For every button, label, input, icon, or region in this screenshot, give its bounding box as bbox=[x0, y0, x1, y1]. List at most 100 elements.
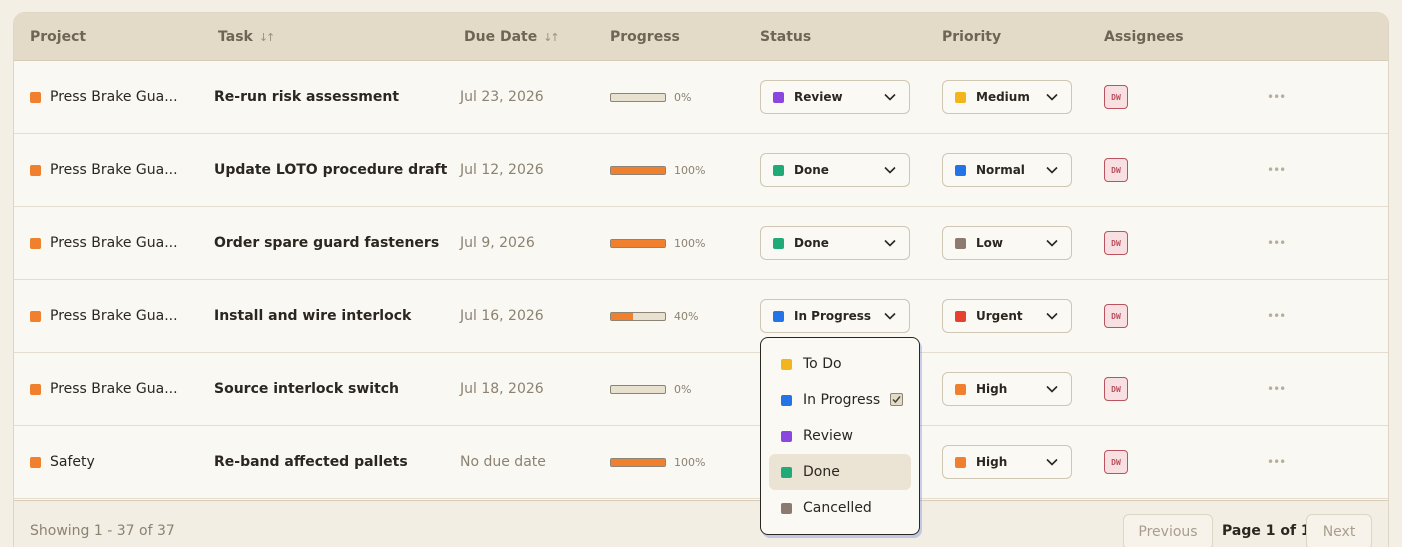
project-name[interactable]: Safety bbox=[50, 454, 95, 470]
project-name[interactable]: Press Brake Gua... bbox=[50, 381, 178, 397]
task-name[interactable]: Re-band affected pallets bbox=[214, 454, 408, 470]
progress-bar bbox=[610, 384, 666, 394]
progress-cell: 100% bbox=[610, 207, 705, 279]
chevron-down-icon bbox=[884, 239, 896, 247]
row-actions-cell: ••• bbox=[1267, 134, 1286, 206]
task-cell: Order spare guard fasteners bbox=[214, 207, 439, 279]
priority-swatch bbox=[955, 164, 966, 176]
progress-fill bbox=[611, 239, 665, 247]
row-actions-cell: ••• bbox=[1267, 207, 1286, 279]
priority-swatch bbox=[955, 456, 966, 468]
due-date-cell: No due date bbox=[460, 426, 546, 498]
project-name[interactable]: Press Brake Gua... bbox=[50, 308, 178, 324]
priority-cell: High bbox=[942, 426, 1072, 498]
status-option-label: In Progress bbox=[803, 392, 881, 408]
status-option[interactable]: Done bbox=[769, 454, 911, 490]
task-name[interactable]: Re-run risk assessment bbox=[214, 89, 399, 105]
project-color-dot bbox=[30, 310, 41, 322]
priority-value: Normal bbox=[976, 163, 1025, 177]
status-select[interactable]: Review bbox=[760, 80, 910, 114]
table-row: Press Brake Gua... Install and wire inter… bbox=[14, 280, 1388, 353]
priority-swatch bbox=[955, 383, 966, 395]
sort-icon[interactable]: ↓↑ bbox=[259, 31, 276, 44]
status-select[interactable]: In Progress bbox=[760, 299, 910, 333]
priority-swatch bbox=[955, 310, 966, 322]
status-option[interactable]: In Progress bbox=[769, 382, 911, 418]
chevron-down-icon bbox=[1046, 239, 1058, 247]
more-options-icon[interactable]: ••• bbox=[1267, 309, 1286, 323]
task-name[interactable]: Order spare guard fasteners bbox=[214, 235, 439, 251]
previous-button[interactable]: Previous bbox=[1123, 514, 1213, 547]
project-color-dot bbox=[30, 456, 41, 468]
avatar[interactable]: DW bbox=[1104, 85, 1128, 109]
status-swatch bbox=[773, 310, 784, 322]
progress-fill bbox=[611, 312, 633, 320]
status-select[interactable]: Done bbox=[760, 153, 910, 187]
priority-select[interactable]: High bbox=[942, 445, 1072, 479]
priority-select[interactable]: High bbox=[942, 372, 1072, 406]
task-cell: Install and wire interlock bbox=[214, 280, 411, 352]
progress-bar bbox=[610, 238, 666, 248]
priority-select[interactable]: Low bbox=[942, 226, 1072, 260]
progress-bar bbox=[610, 457, 666, 467]
status-option-label: Review bbox=[803, 428, 853, 444]
avatar[interactable]: DW bbox=[1104, 304, 1128, 328]
table-footer: Showing 1 - 37 of 37 Previous Page 1 of … bbox=[14, 500, 1388, 547]
project-color-dot bbox=[30, 237, 41, 249]
priority-select[interactable]: Medium bbox=[942, 80, 1072, 114]
next-button[interactable]: Next bbox=[1306, 514, 1372, 547]
assignees-cell: DW bbox=[1104, 426, 1128, 498]
progress-cell: 40% bbox=[610, 280, 698, 352]
header-priority-label: Priority bbox=[942, 29, 1002, 45]
chevron-down-icon bbox=[1046, 312, 1058, 320]
due-date-cell: Jul 12, 2026 bbox=[460, 134, 544, 206]
table-row: Press Brake Gua... Source interlock switc… bbox=[14, 353, 1388, 426]
header-task[interactable]: Task ↓↑ bbox=[218, 13, 276, 61]
header-status-label: Status bbox=[760, 29, 812, 45]
task-name[interactable]: Source interlock switch bbox=[214, 381, 399, 397]
more-options-icon[interactable]: ••• bbox=[1267, 455, 1286, 469]
status-option[interactable]: Cancelled bbox=[769, 490, 911, 526]
avatar[interactable]: DW bbox=[1104, 158, 1128, 182]
avatar[interactable]: DW bbox=[1104, 377, 1128, 401]
project-cell: Press Brake Gua... bbox=[30, 61, 178, 133]
sort-icon[interactable]: ↓↑ bbox=[543, 31, 560, 44]
priority-value: Low bbox=[976, 236, 1003, 250]
task-cell: Re-band affected pallets bbox=[214, 426, 408, 498]
priority-swatch bbox=[955, 91, 966, 103]
project-cell: Safety bbox=[30, 426, 95, 498]
header-status: Status bbox=[760, 13, 811, 61]
task-name[interactable]: Install and wire interlock bbox=[214, 308, 411, 324]
header-due-date[interactable]: Due Date ↓↑ bbox=[464, 13, 560, 61]
project-name[interactable]: Press Brake Gua... bbox=[50, 235, 178, 251]
project-name[interactable]: Press Brake Gua... bbox=[50, 89, 178, 105]
more-options-icon[interactable]: ••• bbox=[1267, 163, 1286, 177]
row-actions-cell: ••• bbox=[1267, 61, 1286, 133]
status-value: Done bbox=[794, 163, 829, 177]
more-options-icon[interactable]: ••• bbox=[1267, 236, 1286, 250]
project-cell: Press Brake Gua... bbox=[30, 353, 178, 425]
priority-cell: Low bbox=[942, 207, 1072, 279]
priority-cell: Urgent bbox=[942, 280, 1072, 352]
priority-select[interactable]: Urgent bbox=[942, 299, 1072, 333]
table-header: Project Task ↓↑ Due Date ↓↑ Progress Statu… bbox=[14, 13, 1388, 61]
due-date-cell: Jul 23, 2026 bbox=[460, 61, 544, 133]
project-name[interactable]: Press Brake Gua... bbox=[50, 162, 178, 178]
status-option[interactable]: To Do bbox=[769, 346, 911, 382]
avatar[interactable]: DW bbox=[1104, 231, 1128, 255]
assignees-cell: DW bbox=[1104, 353, 1128, 425]
check-icon bbox=[890, 393, 903, 406]
due-date-cell: Jul 9, 2026 bbox=[460, 207, 535, 279]
header-progress-label: Progress bbox=[610, 29, 680, 45]
project-color-dot bbox=[30, 383, 41, 395]
status-option[interactable]: Review bbox=[769, 418, 911, 454]
due-date: Jul 16, 2026 bbox=[460, 308, 544, 324]
more-options-icon[interactable]: ••• bbox=[1267, 382, 1286, 396]
status-select[interactable]: Done bbox=[760, 226, 910, 260]
status-option-label: To Do bbox=[803, 356, 842, 372]
avatar[interactable]: DW bbox=[1104, 450, 1128, 474]
priority-select[interactable]: Normal bbox=[942, 153, 1072, 187]
task-name[interactable]: Update LOTO procedure draft bbox=[214, 162, 447, 178]
more-options-icon[interactable]: ••• bbox=[1267, 90, 1286, 104]
header-task-label: Task bbox=[218, 29, 253, 45]
